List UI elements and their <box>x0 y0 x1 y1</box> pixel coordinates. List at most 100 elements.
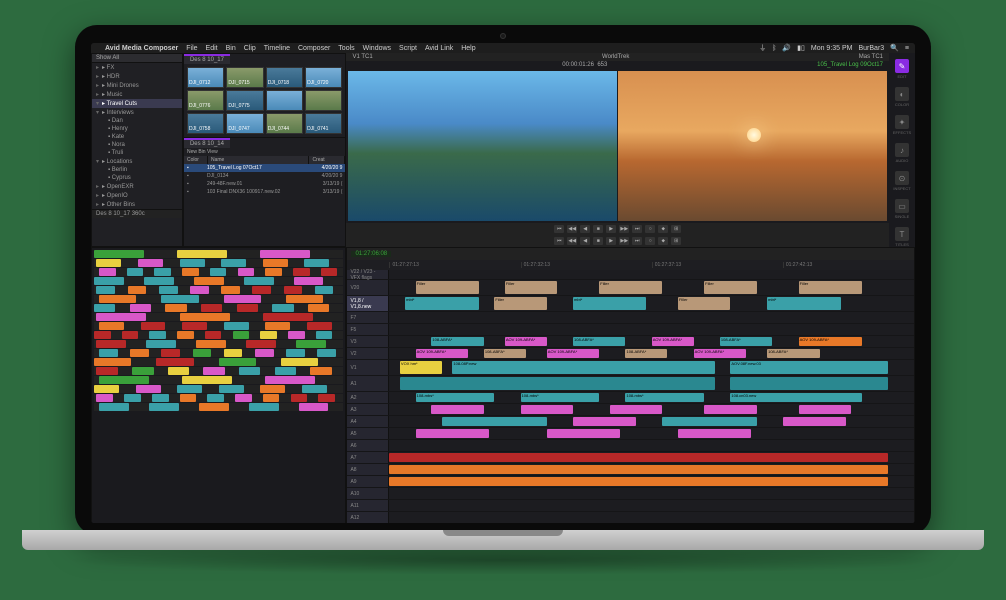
clip-thumbnail[interactable]: DJI_0776 <box>187 90 224 111</box>
map-track[interactable] <box>94 403 343 411</box>
menu-avidlink[interactable]: Avid Link <box>425 45 453 52</box>
timeline-clip[interactable]: 108-08P.new <box>452 361 714 374</box>
transport-button[interactable]: ◀◀ <box>567 225 577 233</box>
track-label[interactable]: V20 <box>347 280 389 295</box>
transport-button[interactable]: ▶ <box>606 225 616 233</box>
timeline-clip[interactable] <box>416 429 489 438</box>
transport-button[interactable]: ■ <box>593 237 603 245</box>
timeline-clip[interactable]: 108-ABFA* <box>431 337 483 346</box>
track-label[interactable]: A12 <box>347 512 389 523</box>
track-label[interactable]: A9 <box>347 476 389 487</box>
sequence-map[interactable] <box>91 247 346 523</box>
search-icon[interactable]: 🔍 <box>890 44 899 52</box>
timeline-clip[interactable]: 108-ABFA* <box>573 337 625 346</box>
timeline-clip[interactable]: mbt* <box>767 297 840 310</box>
timeline-clip[interactable] <box>678 429 751 438</box>
timeline-clip[interactable] <box>662 417 756 426</box>
timeline-clip[interactable] <box>610 405 662 414</box>
folder-item[interactable]: ▸▸ OpenEXR <box>92 182 182 191</box>
timeline-clip[interactable] <box>730 377 887 390</box>
timeline-clip[interactable]: mbt* <box>405 297 478 310</box>
menu-clip[interactable]: Clip <box>244 45 256 52</box>
bin-list-row[interactable]: ▪105_Travel Log 07Oct174/20/20 9 <box>184 164 345 172</box>
timeline-clip[interactable]: 108-mbs* <box>521 393 600 402</box>
tool-single[interactable]: ▭SINGLE <box>893 199 911 219</box>
bin-list-tab[interactable]: Des 8 10_14 <box>184 138 230 148</box>
timeline-clip[interactable]: Filler <box>678 297 730 310</box>
timeline-clip[interactable]: AOV 109-ABFA* <box>547 349 599 358</box>
map-track[interactable] <box>94 358 343 366</box>
timeline-clip[interactable]: 108-mbs* <box>416 393 495 402</box>
timeline-clip[interactable]: 108.cn03.new <box>730 393 861 402</box>
transport-button[interactable]: ⏭ <box>632 237 642 245</box>
map-track[interactable] <box>94 259 343 267</box>
timeline-clip[interactable]: Filler <box>494 297 546 310</box>
clip-thumbnail[interactable]: DJI_0744 <box>266 113 303 134</box>
volume-icon[interactable]: 🔊 <box>782 44 791 52</box>
current-timecode[interactable]: 01:27:06:08 <box>351 251 391 257</box>
transport-button[interactable]: ▶▶ <box>619 225 629 233</box>
track-label[interactable]: A6 <box>347 440 389 451</box>
track-label[interactable]: A4 <box>347 416 389 427</box>
track-label[interactable]: A1 <box>347 376 389 391</box>
clip-thumbnail[interactable]: DJI_0720 <box>305 67 342 88</box>
battery-icon[interactable]: ▮▯ <box>797 44 805 52</box>
map-track[interactable] <box>94 376 343 384</box>
timeline-clip[interactable] <box>799 405 851 414</box>
track-lane[interactable] <box>389 488 914 499</box>
folder-item[interactable]: ▸▸ Other Bins <box>92 200 182 209</box>
timeline-clip[interactable]: 108-ABFA* <box>625 349 667 358</box>
map-track[interactable] <box>94 286 343 294</box>
track-lane[interactable] <box>389 376 914 391</box>
timeline-clip[interactable]: Filler <box>599 281 662 294</box>
track-lane[interactable] <box>389 512 914 523</box>
transport-button[interactable]: ■ <box>593 225 603 233</box>
bin-list-row[interactable]: ▪103 Final DNX36 100917.new.023/13/19 ( <box>184 188 345 196</box>
transport-button[interactable]: ◀ <box>580 225 590 233</box>
clip-thumbnail[interactable]: DJI_0741 <box>305 113 342 134</box>
transport-button[interactable]: ⏮ <box>554 225 564 233</box>
bin-list-row[interactable]: ▪249-48F.new.013/13/19 ( <box>184 180 345 188</box>
track-lane[interactable] <box>389 312 914 323</box>
timeline-clip[interactable]: Filler <box>505 281 557 294</box>
timeline-clip[interactable]: VOX hm* <box>400 361 442 374</box>
timeline-clip[interactable]: Filler <box>799 281 862 294</box>
menu-file[interactable]: File <box>186 45 197 52</box>
map-track[interactable] <box>94 295 343 303</box>
timeline-clip[interactable] <box>783 417 846 426</box>
clip-thumbnail[interactable]: DJI_0747 <box>226 113 263 134</box>
track-label[interactable]: A8 <box>347 464 389 475</box>
menu-icon[interactable]: ≡ <box>905 45 909 52</box>
map-track[interactable] <box>94 340 343 348</box>
transport-button[interactable]: ⬥ <box>658 237 668 245</box>
app-name[interactable]: Avid Media Composer <box>105 45 178 52</box>
menu-composer[interactable]: Composer <box>298 45 330 52</box>
folder-item[interactable]: ▸▸ Music <box>92 90 182 99</box>
menu-script[interactable]: Script <box>399 45 417 52</box>
folder-item[interactable]: ▸▸ Mini Drones <box>92 81 182 90</box>
folder-child[interactable]: ▪ Nora <box>92 141 182 149</box>
tool-color[interactable]: ◐COLOR <box>893 87 911 107</box>
folder-item[interactable]: ▾▸ Interviews <box>92 108 182 117</box>
menu-bin[interactable]: Bin <box>226 45 236 52</box>
record-monitor[interactable] <box>618 71 887 221</box>
timeline-clip[interactable]: 108-ABFA* <box>767 349 819 358</box>
transport-button[interactable]: ⏭ <box>632 225 642 233</box>
timeline-clip[interactable]: Filler <box>704 281 756 294</box>
transport-button[interactable]: ◀◀ <box>567 237 577 245</box>
map-track[interactable] <box>94 367 343 375</box>
folder-child[interactable]: ▪ Berlin <box>92 166 182 174</box>
track-label[interactable]: F7 <box>347 312 389 323</box>
track-label[interactable]: F5 <box>347 324 389 335</box>
menu-help[interactable]: Help <box>461 45 475 52</box>
transport-button[interactable]: ⏮ <box>554 237 564 245</box>
track-lane[interactable] <box>389 428 914 439</box>
track-label[interactable]: A5 <box>347 428 389 439</box>
timeline-clip[interactable]: Filler <box>416 281 479 294</box>
folder-item[interactable]: ▸▸ OpenIO <box>92 191 182 200</box>
track-label[interactable]: A11 <box>347 500 389 511</box>
transport-button[interactable]: ○ <box>645 237 655 245</box>
track-lane[interactable]: 108-mbs*108-mbs*108-mbs*108.cn03.new <box>389 392 914 403</box>
transport-button[interactable]: ⬥ <box>658 225 668 233</box>
map-track[interactable] <box>94 313 343 321</box>
